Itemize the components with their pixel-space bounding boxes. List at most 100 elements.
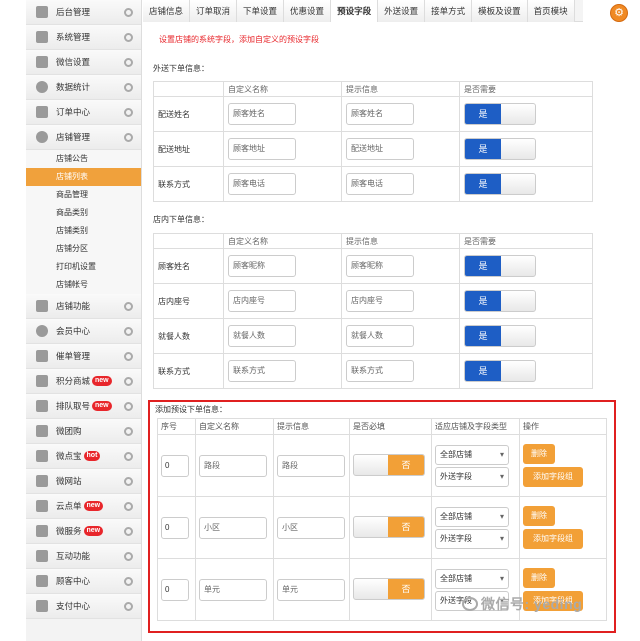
settings-icon[interactable]: ⚙ xyxy=(610,4,628,22)
custom-name-input[interactable]: 就餐人数 xyxy=(228,325,296,347)
sidebar-item[interactable]: 云点单 new xyxy=(26,494,141,519)
sidebar-subitem[interactable]: 打印机设置 xyxy=(26,258,141,276)
custom-name-input[interactable]: 顾客地址 xyxy=(228,138,296,160)
sidebar-item[interactable]: 会员中心 xyxy=(26,319,141,344)
gear-icon[interactable] xyxy=(124,402,133,411)
tab-item[interactable]: 接单方式 xyxy=(425,0,473,22)
custom-name-input[interactable]: 路段 xyxy=(199,454,267,477)
required-toggle[interactable]: 是 xyxy=(464,255,536,277)
custom-name-input[interactable]: 顾客电话 xyxy=(228,173,296,195)
required-toggle[interactable]: 是 xyxy=(464,103,536,125)
sidebar-subitem[interactable]: 店铺分区 xyxy=(26,240,141,258)
store-select[interactable]: 全部店铺 xyxy=(435,444,509,465)
add-field-group-button[interactable]: 添加字段组 xyxy=(523,529,583,549)
gear-icon[interactable] xyxy=(124,58,133,67)
add-field-group-button[interactable]: 添加字段组 xyxy=(523,467,583,487)
sidebar-item[interactable]: 顾客中心 xyxy=(26,569,141,594)
hint-input[interactable]: 路段 xyxy=(277,454,345,477)
sidebar-item[interactable]: 微服务 new xyxy=(26,519,141,544)
hint-input[interactable]: 顾客姓名 xyxy=(346,103,414,125)
gear-icon[interactable] xyxy=(124,602,133,611)
required-toggle[interactable]: 是 xyxy=(464,290,536,312)
delete-button[interactable]: 删除 xyxy=(523,506,555,526)
gear-icon[interactable] xyxy=(124,527,133,536)
custom-name-input[interactable]: 顾客昵称 xyxy=(228,255,296,277)
tab-item[interactable]: 模板及设置 xyxy=(472,0,528,22)
tab-item[interactable]: 订单取消 xyxy=(190,0,238,22)
delete-button[interactable]: 删除 xyxy=(523,444,555,464)
sidebar-subitem[interactable]: 店铺公告 xyxy=(26,150,141,168)
required-toggle[interactable]: 是 xyxy=(464,173,536,195)
sidebar-item-label: 后台管理 xyxy=(56,7,91,17)
sidebar-item[interactable]: 店铺管理 xyxy=(26,125,141,150)
gear-icon[interactable] xyxy=(124,108,133,117)
sequence-input[interactable]: 0 xyxy=(161,454,189,477)
tab-item[interactable]: 外送设置 xyxy=(378,0,426,22)
sidebar-item[interactable]: 微点宝 hot xyxy=(26,444,141,469)
sidebar-subitem[interactable]: 商品管理 xyxy=(26,186,141,204)
hint-input[interactable]: 顾客昵称 xyxy=(346,255,414,277)
gear-icon[interactable] xyxy=(124,352,133,361)
hint-input[interactable]: 单元 xyxy=(277,578,345,601)
required-toggle[interactable]: 否 xyxy=(353,578,425,600)
sidebar-subitem[interactable]: 商品类别 xyxy=(26,204,141,222)
gear-icon[interactable] xyxy=(124,327,133,336)
store-select[interactable]: 全部店铺 xyxy=(435,506,509,527)
gear-icon[interactable] xyxy=(124,8,133,17)
field-type-select[interactable]: 外送字段 xyxy=(435,466,509,487)
delete-button[interactable]: 删除 xyxy=(523,568,555,588)
sidebar-item[interactable]: 催单管理 xyxy=(26,344,141,369)
gear-icon[interactable] xyxy=(124,83,133,92)
sequence-input[interactable]: 0 xyxy=(161,578,189,601)
sidebar-item[interactable]: 后台管理 xyxy=(26,0,141,25)
custom-name-input[interactable]: 小区 xyxy=(199,516,267,539)
sidebar-item[interactable]: 支付中心 xyxy=(26,594,141,619)
hint-input[interactable]: 店内座号 xyxy=(346,290,414,312)
tab-item[interactable]: 店铺信息 xyxy=(143,0,191,22)
gear-icon[interactable] xyxy=(124,377,133,386)
field-type-select[interactable]: 外送字段 xyxy=(435,528,509,549)
tab-item[interactable]: 优惠设置 xyxy=(284,0,332,22)
gear-icon[interactable] xyxy=(124,502,133,511)
store-select[interactable]: 全部店铺 xyxy=(435,568,509,589)
custom-name-input[interactable]: 顾客姓名 xyxy=(228,103,296,125)
hint-input[interactable]: 联系方式 xyxy=(346,360,414,382)
sidebar-item[interactable]: 订单中心 xyxy=(26,100,141,125)
sidebar-item[interactable]: 互动功能 xyxy=(26,544,141,569)
gear-icon[interactable] xyxy=(124,133,133,142)
tab-item[interactable]: 下单设置 xyxy=(237,0,285,22)
gear-icon[interactable] xyxy=(124,33,133,42)
gear-icon[interactable] xyxy=(124,452,133,461)
sidebar-subitem[interactable]: 店铺类别 xyxy=(26,222,141,240)
gear-icon[interactable] xyxy=(124,477,133,486)
sequence-input[interactable]: 0 xyxy=(161,516,189,539)
gear-icon[interactable] xyxy=(124,577,133,586)
gear-icon[interactable] xyxy=(124,552,133,561)
required-toggle[interactable]: 是 xyxy=(464,138,536,160)
tab-item[interactable]: 预设字段 xyxy=(331,0,379,22)
sidebar-item[interactable]: 微网站 xyxy=(26,469,141,494)
sidebar-item[interactable]: 微信设置 xyxy=(26,50,141,75)
sidebar-item[interactable]: 店铺功能 xyxy=(26,294,141,319)
custom-name-input[interactable]: 单元 xyxy=(199,578,267,601)
sidebar-item[interactable]: 数据统计 xyxy=(26,75,141,100)
sidebar-item[interactable]: 排队取号 new xyxy=(26,394,141,419)
tab-item[interactable]: 首页模块 xyxy=(527,0,575,22)
required-toggle[interactable]: 否 xyxy=(353,516,425,538)
sidebar-subitem[interactable]: 店铺帐号 xyxy=(26,276,141,294)
sidebar-item[interactable]: 积分商城 new xyxy=(26,369,141,394)
sidebar-item[interactable]: 微团购 xyxy=(26,419,141,444)
required-toggle[interactable]: 否 xyxy=(353,454,425,476)
hint-input[interactable]: 配送地址 xyxy=(346,138,414,160)
gear-icon[interactable] xyxy=(124,427,133,436)
hint-input[interactable]: 就餐人数 xyxy=(346,325,414,347)
sidebar-item[interactable]: 系统管理 xyxy=(26,25,141,50)
gear-icon[interactable] xyxy=(124,302,133,311)
hint-input[interactable]: 小区 xyxy=(277,516,345,539)
custom-name-input[interactable]: 店内座号 xyxy=(228,290,296,312)
required-toggle[interactable]: 是 xyxy=(464,325,536,347)
custom-name-input[interactable]: 联系方式 xyxy=(228,360,296,382)
sidebar-subitem[interactable]: 店铺列表 xyxy=(26,168,141,186)
required-toggle[interactable]: 是 xyxy=(464,360,536,382)
hint-input[interactable]: 顾客电话 xyxy=(346,173,414,195)
